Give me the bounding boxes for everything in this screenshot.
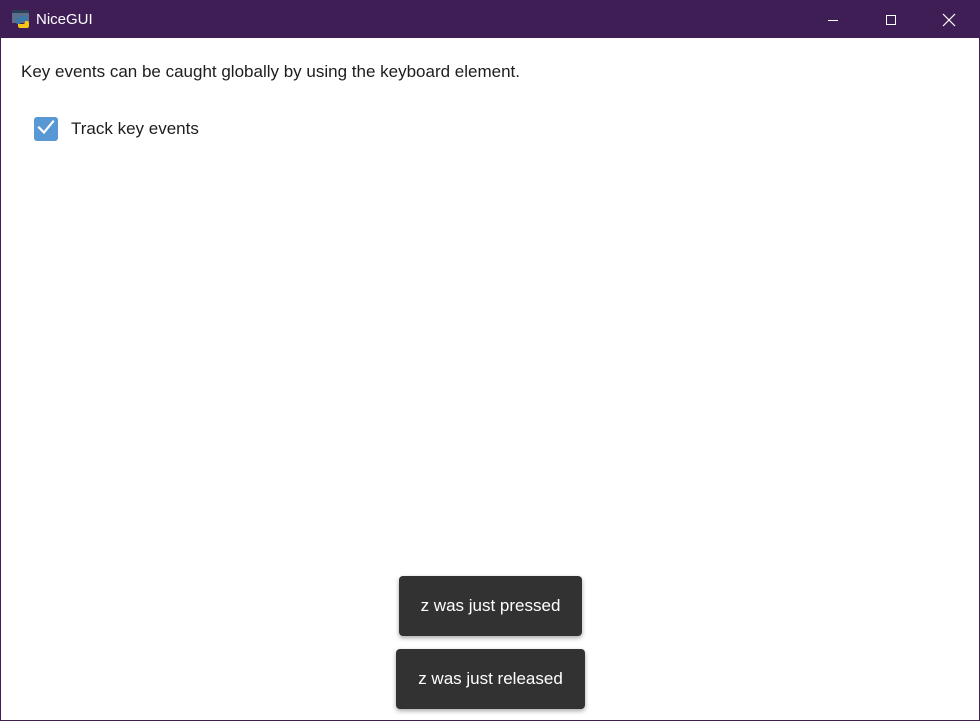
notification-toast: z was just pressed [399,576,582,636]
checkbox-label: Track key events [71,119,199,138]
python-icon [11,9,31,29]
window-title: NiceGUI [36,11,93,28]
maximize-icon [885,14,897,26]
app-window: NiceGUI Key events can be caught globall… [0,0,980,721]
minimize-button[interactable] [804,1,862,38]
minimize-icon [827,14,839,26]
notification-toast: z was just released [396,649,585,709]
title-bar[interactable]: NiceGUI [1,1,979,38]
page-content: Key events can be caught globally by usi… [1,38,979,720]
maximize-button[interactable] [862,1,920,38]
page-description: Key events can be caught globally by usi… [21,62,520,81]
checkmark-icon [36,117,56,142]
close-icon [942,13,956,27]
checkbox-box[interactable] [34,117,58,141]
track-key-events-checkbox[interactable]: Track key events [34,117,199,141]
close-button[interactable] [920,1,978,38]
